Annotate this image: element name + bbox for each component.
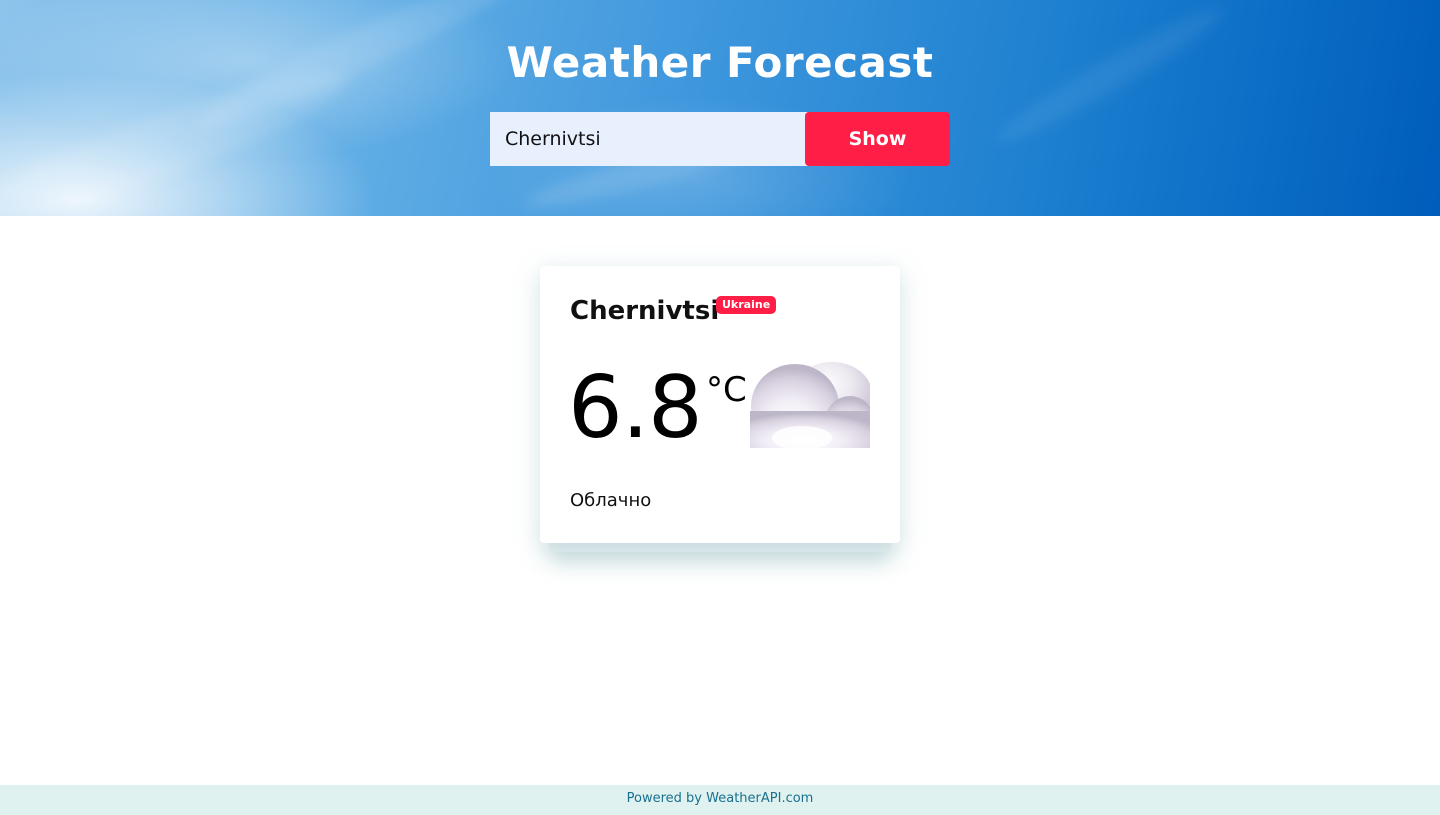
- cloud-icon: [750, 356, 876, 456]
- search-form: Show: [490, 112, 950, 166]
- country-badge: Ukraine: [716, 296, 777, 314]
- footer: Powered by WeatherAPI.com: [0, 785, 1440, 815]
- city-name: Chernivtsi: [570, 296, 720, 326]
- temperature-value: 6.8: [568, 358, 703, 458]
- temperature-unit: °C: [706, 370, 747, 410]
- weather-condition: Облачно: [570, 490, 652, 511]
- footer-credit: Powered by WeatherAPI.com: [626, 791, 814, 806]
- city-search-input[interactable]: [490, 112, 810, 166]
- page-title: Weather Forecast: [506, 38, 934, 87]
- header-banner: Weather Forecast Show: [0, 0, 1440, 216]
- weather-card: Chernivtsi Ukraine 6.8 °C Облачно: [540, 266, 900, 543]
- show-button[interactable]: Show: [805, 112, 950, 166]
